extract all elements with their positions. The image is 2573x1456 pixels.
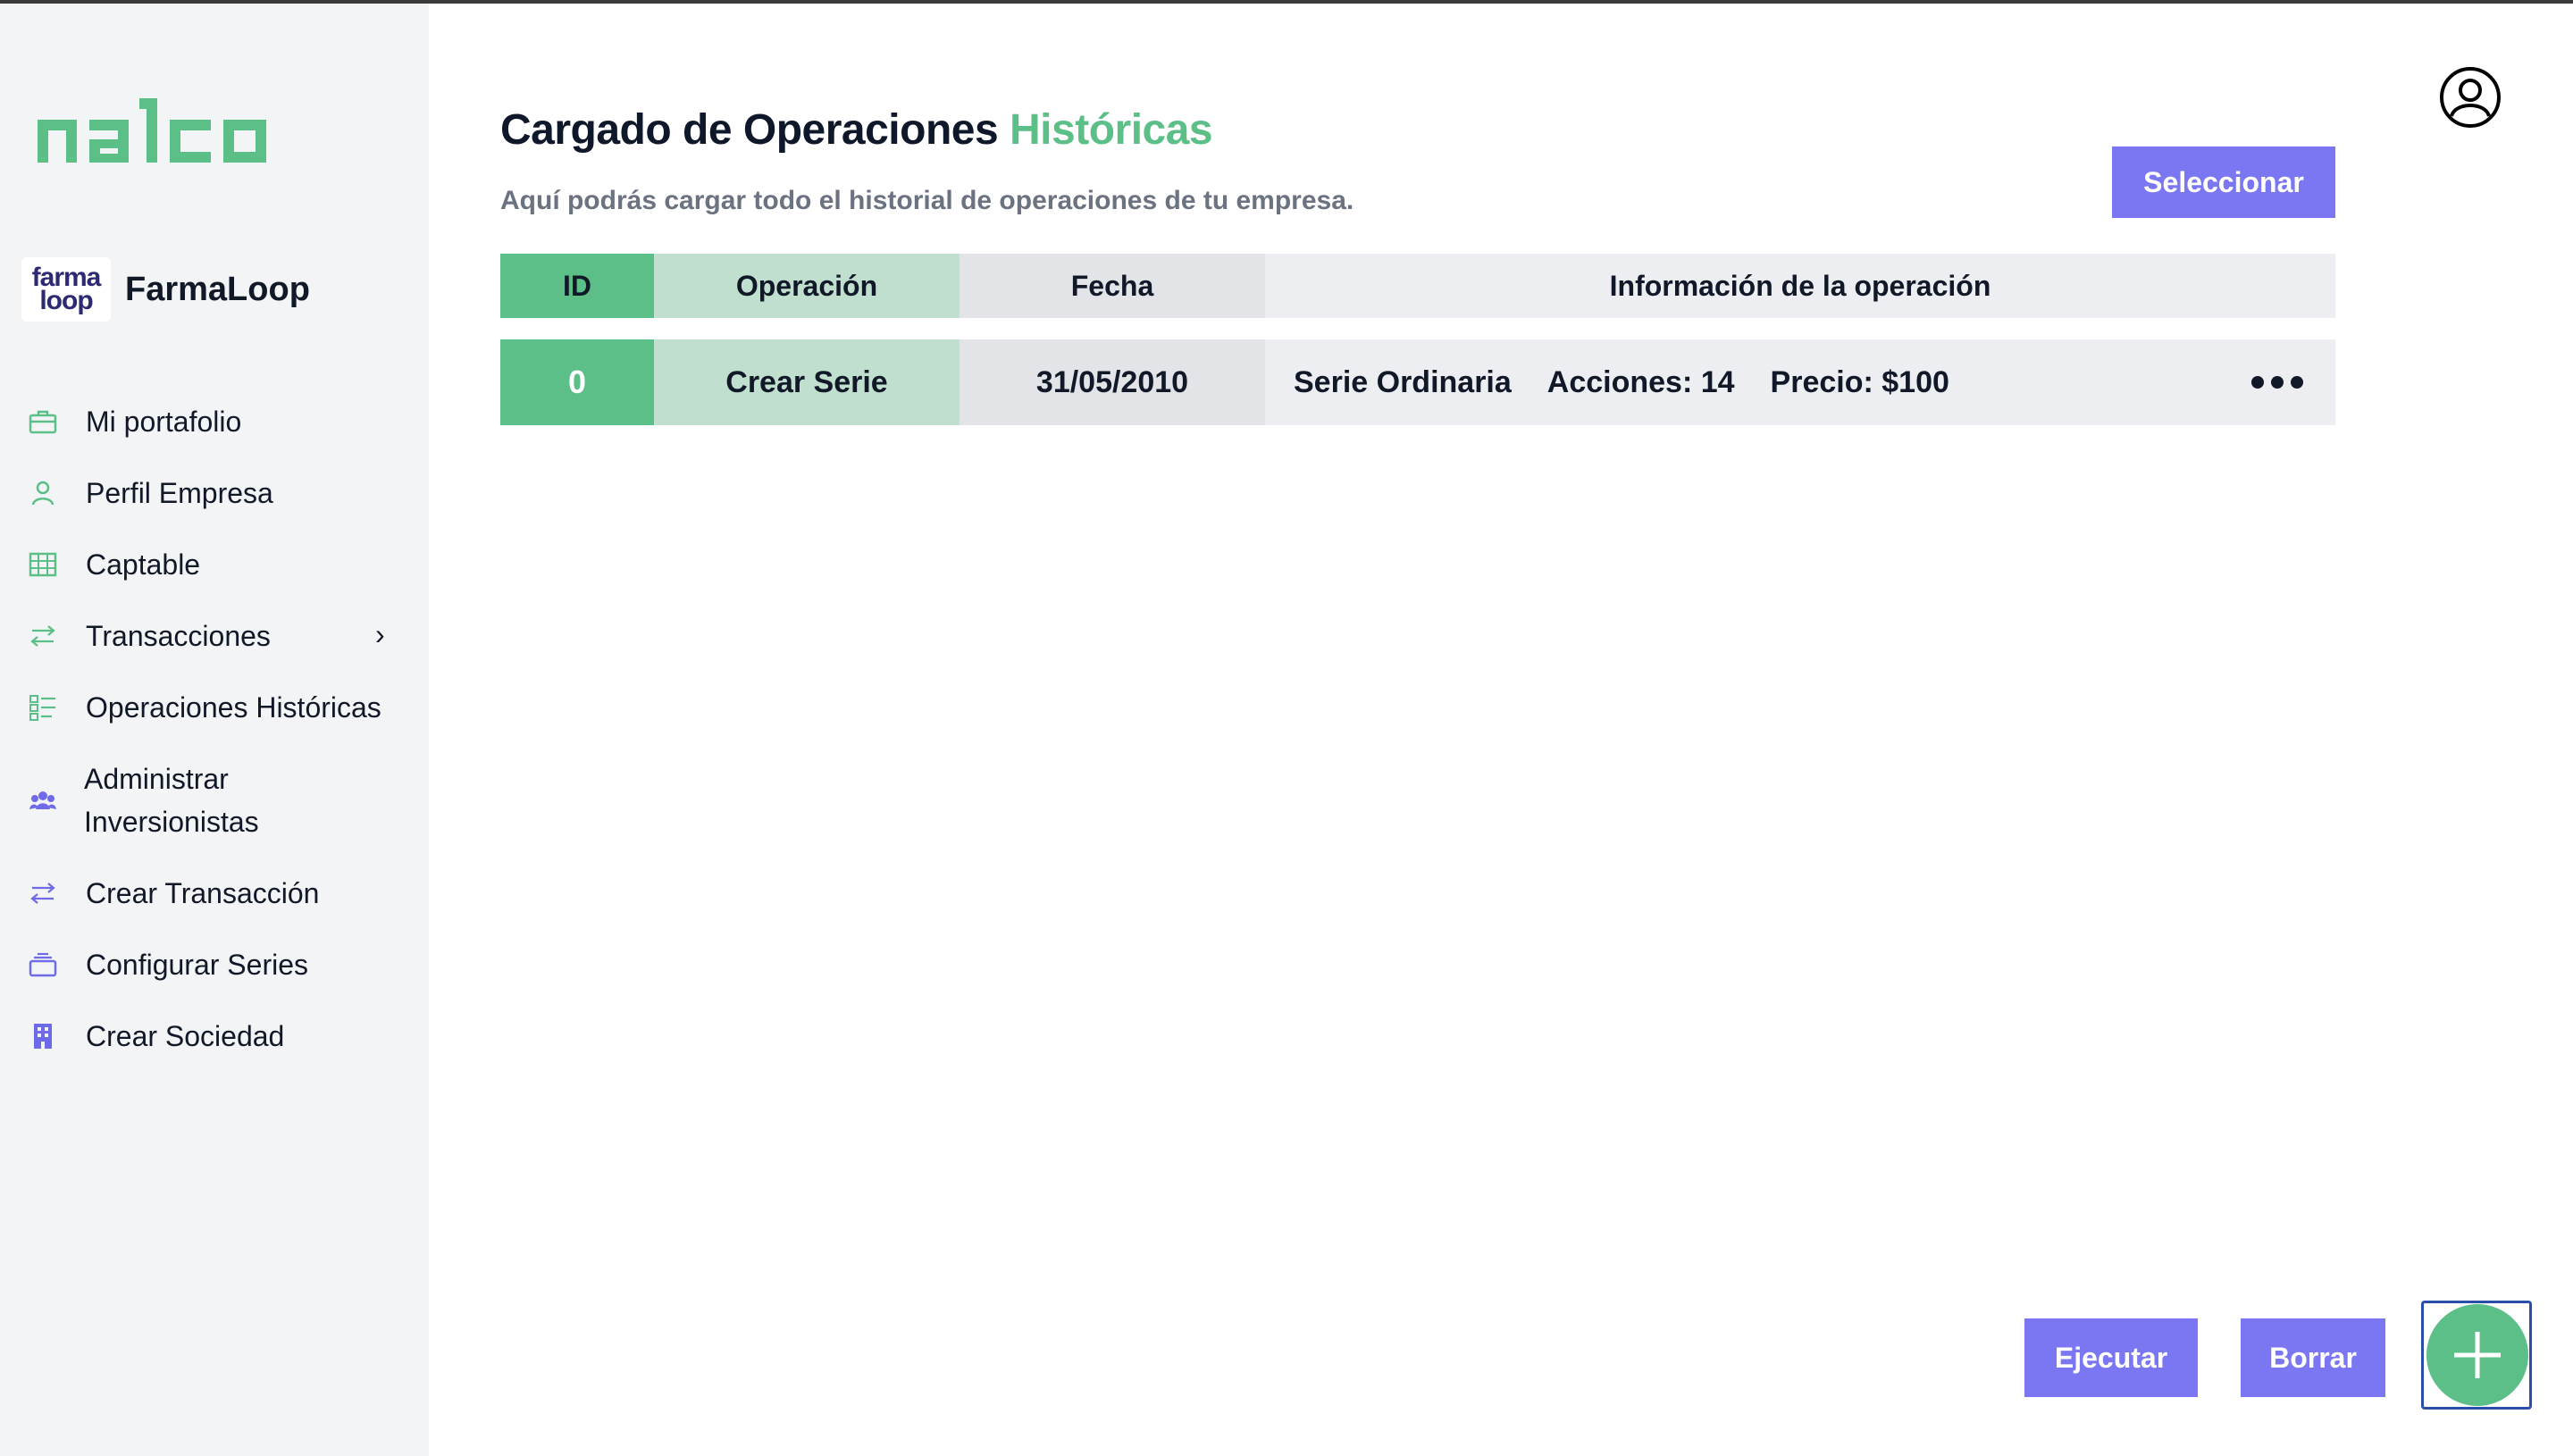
more-options-icon[interactable] <box>2251 339 2303 425</box>
arrows-icon <box>27 872 59 915</box>
company-logo: farma loop <box>21 257 111 322</box>
cell-fecha: 31/05/2010 <box>960 339 1265 425</box>
sidebar-item-mi-portafolio[interactable]: Mi portafolio <box>0 400 429 443</box>
nalco-logo <box>38 98 266 163</box>
cell-informacion: Serie Ordinaria Acciones: 14 Precio: $10… <box>1265 339 2335 425</box>
users-icon <box>27 757 59 843</box>
user-icon <box>27 472 59 515</box>
page-title-accent: Históricas <box>1010 106 1213 154</box>
column-header-operacion: Operación <box>654 254 960 318</box>
sidebar-item-label: Perfil Empresa <box>86 477 273 509</box>
briefcase-icon <box>27 400 59 443</box>
table-row[interactable]: 0 Crear Serie 31/05/2010 Serie Ordinaria… <box>500 339 2335 425</box>
column-header-informacion: Información de la operación <box>1265 254 2335 318</box>
info-serie: Serie Ordinaria <box>1294 364 1512 399</box>
sidebar-item-administrar-inversionistas[interactable]: Administrar Inversionistas <box>0 757 429 843</box>
info-precio: Precio: $100 <box>1770 364 1949 399</box>
checklist-icon <box>27 686 59 729</box>
cell-operacion: Crear Serie <box>654 339 960 425</box>
arrows-icon <box>27 615 59 657</box>
sidebar-item-label: Transacciones <box>86 620 271 652</box>
layers-icon <box>27 943 59 986</box>
sidebar-item-operaciones-historicas[interactable]: Operaciones Históricas <box>0 686 429 729</box>
company-selector[interactable]: farma loop FarmaLoop <box>21 257 310 322</box>
building-icon <box>27 1015 59 1058</box>
sidebar-item-label: Operaciones Históricas <box>86 691 381 724</box>
sidebar-item-label: Mi portafolio <box>86 406 242 438</box>
sidebar-item-perfil-empresa[interactable]: Perfil Empresa <box>0 472 429 515</box>
page-title: Cargado de Operaciones Históricas <box>500 105 1213 155</box>
column-header-id: ID <box>500 254 654 318</box>
add-button[interactable] <box>2426 1304 2528 1406</box>
dot <box>2271 376 2284 389</box>
chevron-right-icon[interactable]: › <box>375 618 385 651</box>
table-icon <box>27 543 59 586</box>
page-title-main: Cargado de Operaciones <box>500 106 999 154</box>
sidebar-item-transacciones[interactable]: Transacciones › <box>0 615 429 657</box>
sidebar-item-label: Crear Sociedad <box>86 1020 285 1052</box>
delete-button[interactable]: Borrar <box>2241 1318 2385 1397</box>
sidebar-item-label: Captable <box>86 548 201 581</box>
sidebar-item-crear-sociedad[interactable]: Crear Sociedad <box>0 1015 429 1058</box>
plus-icon <box>2454 1332 2501 1378</box>
sidebar-item-captable[interactable]: Captable <box>0 543 429 586</box>
dot <box>2291 376 2303 389</box>
column-header-fecha: Fecha <box>960 254 1265 318</box>
cell-id: 0 <box>500 339 654 425</box>
sidebar-item-configurar-series[interactable]: Configurar Series <box>0 943 429 986</box>
execute-button[interactable]: Ejecutar <box>2024 1318 2198 1397</box>
company-name: FarmaLoop <box>125 270 310 308</box>
info-acciones: Acciones: 14 <box>1546 364 1735 399</box>
sidebar-item-label: Administrar Inversionistas <box>84 763 259 838</box>
select-button[interactable]: Seleccionar <box>2112 146 2335 218</box>
table-header: ID Operación Fecha Información de la ope… <box>500 254 2335 318</box>
sidebar-item-label: Configurar Series <box>86 949 308 981</box>
page-subtitle: Aquí podrás cargar todo el historial de … <box>500 186 1354 215</box>
user-avatar-icon[interactable] <box>2439 66 2502 129</box>
dot <box>2251 376 2264 389</box>
sidebar: farma loop FarmaLoop Mi portafolio Perfi… <box>0 4 429 1456</box>
sidebar-item-crear-transaccion[interactable]: Crear Transacción <box>0 872 429 915</box>
sidebar-item-label: Crear Transacción <box>86 877 320 909</box>
